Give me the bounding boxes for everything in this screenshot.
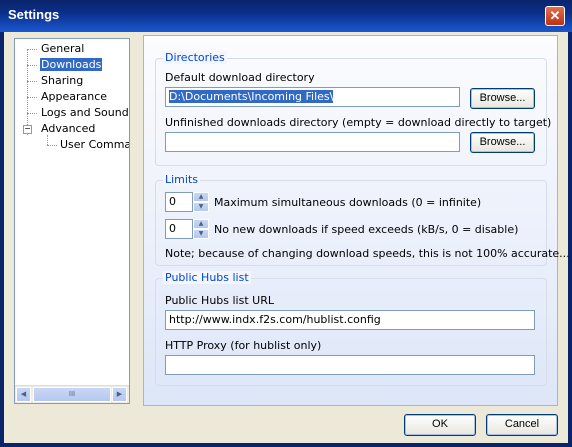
tree-item-logs-and-sound[interactable]: Logs and Sound (40, 106, 129, 119)
directories-group: Directories Default download directory D… (155, 51, 551, 166)
scroll-thumb[interactable]: III (33, 387, 111, 402)
speed-limit-label: No new downloads if speed exceeds (kB/s,… (214, 223, 519, 236)
public-hubs-group: Public Hubs list Public Hubs list URL ht… (155, 271, 547, 386)
spin-down-icon[interactable]: ▼ (193, 229, 209, 239)
scroll-left-icon[interactable]: ◀ (16, 387, 31, 402)
speed-limit-spinner[interactable]: 0 ▲ ▼ (165, 219, 209, 239)
http-proxy-label: HTTP Proxy (for hublist only) (165, 339, 322, 352)
hublist-url-input[interactable]: http://www.indx.f2s.com/hublist.config (165, 310, 535, 330)
tree-item-user-commands[interactable]: User Commands (59, 138, 129, 151)
cancel-button[interactable]: Cancel (486, 414, 558, 436)
max-downloads-spinner[interactable]: 0 ▲ ▼ (165, 192, 209, 212)
browse-unfinished-button[interactable]: Browse... (470, 132, 535, 153)
tree-line (27, 49, 28, 135)
window-title: Settings (8, 7, 60, 22)
tree-line (47, 145, 57, 146)
tree-line (47, 135, 48, 145)
settings-tree: − General Downloads Sharing Appearance L… (14, 38, 130, 404)
tree-item-advanced[interactable]: Advanced (40, 122, 96, 135)
title-bar[interactable]: Settings ✕ (0, 0, 572, 32)
browse-default-button[interactable]: Browse... (470, 88, 535, 109)
tree-item-sharing[interactable]: Sharing (40, 74, 84, 87)
tree-item-general[interactable]: General (40, 42, 85, 55)
default-directory-label: Default download directory (165, 71, 315, 84)
dialog-body: − General Downloads Sharing Appearance L… (4, 32, 570, 443)
max-downloads-input[interactable]: 0 (165, 192, 193, 212)
settings-window: Settings ✕ − General Downloads Sharing A… (0, 0, 572, 447)
tree-line (27, 113, 37, 114)
hublist-url-label: Public Hubs list URL (165, 294, 274, 307)
close-icon[interactable]: ✕ (545, 6, 565, 26)
downloads-page: Directories Default download directory D… (143, 35, 570, 406)
tree-item-appearance[interactable]: Appearance (40, 90, 108, 103)
unfinished-directory-label: Unfinished downloads directory (empty = … (165, 116, 552, 129)
tree-line (27, 65, 37, 66)
tree-line (27, 97, 37, 98)
default-directory-input[interactable]: D:\Documents\Incoming Files\ (165, 87, 460, 107)
group-title-limits: Limits (163, 173, 200, 186)
ok-button[interactable]: OK (404, 414, 476, 436)
tree-horizontal-scrollbar[interactable]: ◀ III ▶ (15, 385, 129, 403)
tree-line (27, 81, 37, 82)
spin-down-icon[interactable]: ▼ (193, 202, 209, 212)
limits-note: Note; because of changing download speed… (165, 247, 570, 260)
http-proxy-input[interactable] (165, 355, 535, 375)
group-title-directories: Directories (163, 51, 227, 64)
limits-group: Limits 0 ▲ ▼ Maximum simultaneous downlo… (155, 173, 570, 266)
unfinished-directory-input[interactable] (165, 132, 460, 152)
max-downloads-label: Maximum simultaneous downloads (0 = infi… (214, 196, 482, 209)
spin-up-icon[interactable]: ▲ (193, 219, 209, 229)
group-title-public-hubs: Public Hubs list (163, 271, 251, 284)
tree-item-downloads[interactable]: Downloads (40, 58, 103, 71)
tree-line (27, 49, 37, 50)
scroll-right-icon[interactable]: ▶ (112, 387, 127, 402)
speed-limit-input[interactable]: 0 (165, 219, 193, 239)
collapse-icon[interactable]: − (23, 125, 32, 134)
default-directory-value: D:\Documents\Incoming Files\ (169, 90, 334, 103)
spin-up-icon[interactable]: ▲ (193, 192, 209, 202)
